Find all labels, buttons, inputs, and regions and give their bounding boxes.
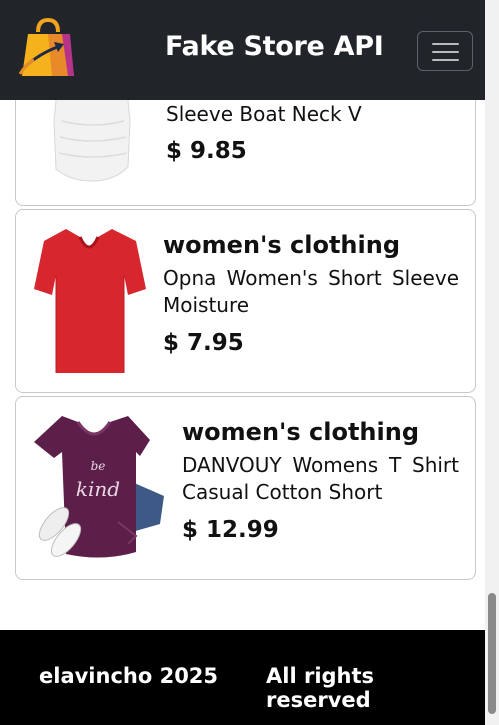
product-image: be kind <box>34 416 164 558</box>
product-category: women's clothing <box>163 231 401 259</box>
scrollbar-thumb[interactable] <box>488 593 496 714</box>
hamburger-menu-icon-bar <box>432 59 459 61</box>
product-image <box>34 229 146 373</box>
product-card[interactable]: be kind women's clothing DANVOUY Womens … <box>15 396 476 580</box>
product-price: $ 7.95 <box>163 330 244 356</box>
footer-rights: All rights reserved <box>266 664 375 712</box>
product-title: Opna Women's Short Sleeve Moisture <box>163 266 459 317</box>
product-price: $ 9.85 <box>166 138 247 164</box>
product-card[interactable]: women's clothing Opna Women's Short Slee… <box>15 209 476 393</box>
hamburger-menu-icon-bar <box>432 51 459 53</box>
product-title: Sleeve Boat Neck V <box>166 102 362 126</box>
product-category: women's clothing <box>182 418 420 446</box>
product-title: DANVOUY Womens T Shirt Casual Cotton Sho… <box>182 453 459 504</box>
hamburger-menu-icon <box>432 43 459 45</box>
menu-toggle-button[interactable] <box>417 31 473 71</box>
footer: elavincho 2025 All rights reserved <box>0 630 485 725</box>
tshirt-print-text-2: kind <box>76 477 120 501</box>
navbar: Fake Store API <box>0 0 485 100</box>
navbar-brand[interactable]: Fake Store API <box>165 31 384 62</box>
footer-author: elavincho 2025 <box>39 664 219 688</box>
tshirt-print-text: be <box>91 459 106 473</box>
product-price: $ 12.99 <box>182 517 279 543</box>
shopping-bag-icon[interactable] <box>18 18 76 80</box>
